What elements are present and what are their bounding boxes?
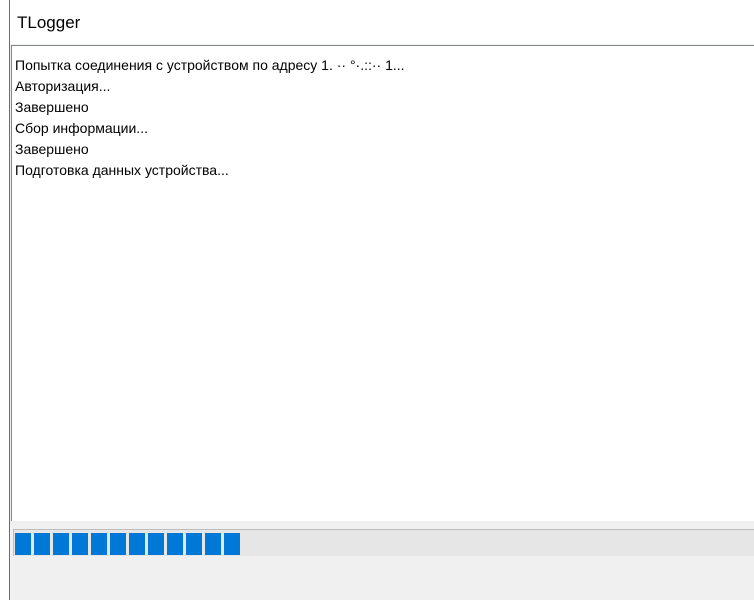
log-line: Подготовка данных устройства...: [15, 162, 229, 178]
title-bar[interactable]: TLogger: [10, 0, 754, 44]
status-area: [10, 558, 754, 600]
log-line: Завершено: [15, 141, 89, 157]
log-line: Попытка соединения с устройством по адре…: [15, 57, 405, 73]
log-lines: Попытка соединения с устройством по адре…: [15, 55, 405, 181]
window-title: TLogger: [17, 13, 81, 32]
tlogger-window: TLogger Попытка соединения с устройством…: [0, 0, 754, 600]
progress-bar: [13, 529, 754, 556]
log-output[interactable]: Попытка соединения с устройством по адре…: [11, 45, 754, 521]
log-line: Завершено: [15, 99, 89, 115]
log-line: Авторизация...: [15, 78, 111, 94]
client-area: Попытка соединения с устройством по адре…: [10, 44, 754, 600]
log-line: Сбор информации...: [15, 120, 148, 136]
progress-fill: [15, 533, 240, 555]
